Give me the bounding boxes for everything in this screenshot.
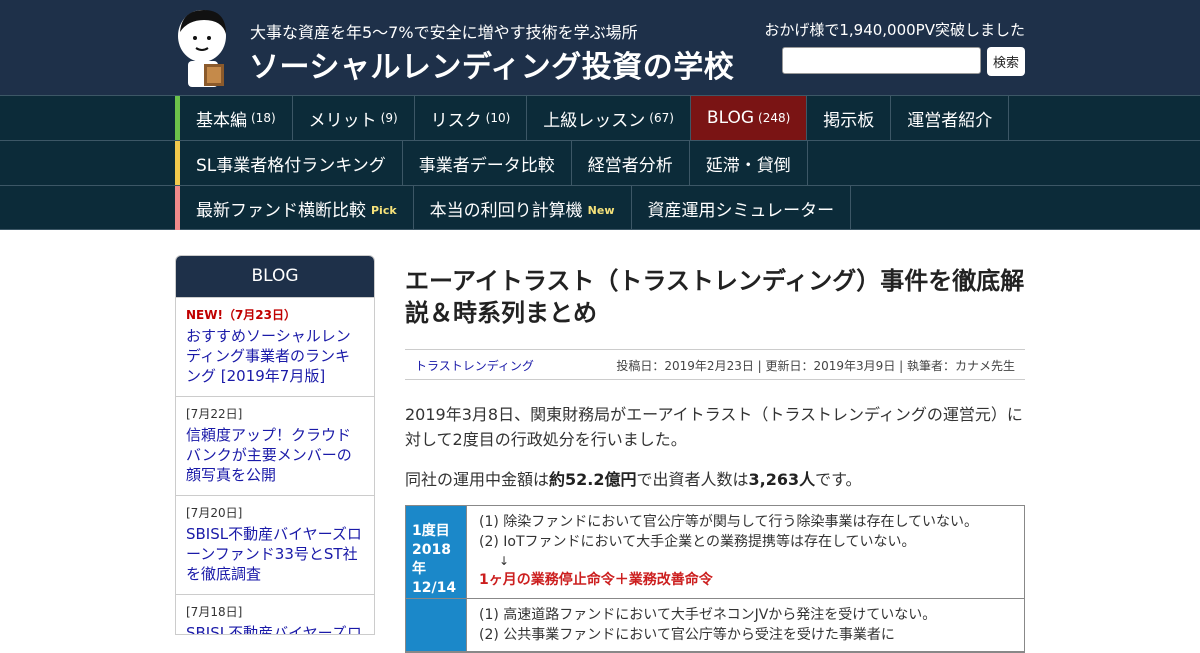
nav-item-about[interactable]: 運営者紹介 [891, 96, 1010, 140]
nav-item-blog[interactable]: BLOG (248) [690, 96, 808, 140]
site-header: 大事な資産を年5～7%で安全に増やす技術を学ぶ場所 ソーシャルレンディング投資の… [0, 0, 1200, 95]
nav-count: (10) [485, 111, 511, 125]
nav-count: (67) [649, 111, 674, 125]
timeline-table: 1度目 2018年 12/14 (1) 除染ファンドにおいて官公庁等が関与して行う除… [405, 505, 1025, 653]
nav-item-executive-analysis[interactable]: 経営者分析 [572, 141, 690, 185]
timeline-row: 1度目 2018年 12/14 (1) 除染ファンドにおいて官公庁等が関与して行う除… [406, 506, 1024, 599]
timeline-row: (1) 高速道路ファンドにおいて大手ゼネコンJVから発注を受けていない。 (2)… [406, 599, 1024, 652]
sidebar-post: [7月20日] SBISL不動産バイヤーズローンファンド33号とST社を徹底調査 [176, 495, 374, 594]
nav-row-1: 基本編 (18) メリット (9) リスク (10) 上級レッスン (67) BLOG(… [0, 95, 1200, 140]
nav-item-merits[interactable]: メリット (9) [293, 96, 415, 140]
nav-item-defaults[interactable]: 延滞・貸倒 [690, 141, 808, 185]
post-link[interactable]: SBISL不動産バイヤーズローンファンド33号とST社を徹底調査 [186, 524, 364, 584]
search-button[interactable]: 検索 [987, 47, 1025, 76]
nav-item-simulator[interactable]: 資産運用シミュレーター [632, 186, 852, 230]
sidebar-title: BLOG [176, 256, 374, 297]
nav-item-advanced[interactable]: 上級レッスン (67) [527, 96, 691, 140]
nav-count: (248) [758, 111, 791, 125]
post-link[interactable]: 信頼度アップ！クラウドバンクが主要メンバーの顔写真を公開 [186, 425, 364, 485]
site-tagline: 大事な資産を年5～7%で安全に増やす技術を学ぶ場所 [250, 23, 638, 42]
nav-item-data-compare[interactable]: 事業者データ比較 [403, 141, 572, 185]
timeline-date: 1度目 2018年 12/14 [406, 506, 466, 598]
article: エーアイトラスト（トラストレンディング）事件を徹底解説＆時系列まとめ トラストレ… [405, 265, 1025, 653]
timeline-detail: (1) 除染ファンドにおいて官公庁等が関与して行う除染事業は存在していない。 (… [466, 506, 1024, 598]
post-info: 投稿日：2019年2月23日 | 更新日：2019年3月9日 | 執筆者：カナメ… [616, 359, 1015, 373]
nav-item-ranking[interactable]: SL事業者格付ランキング [180, 141, 403, 185]
site-title[interactable]: ソーシャルレンディング投資の学校 [249, 42, 734, 86]
sidebar-post: [7月22日] 信頼度アップ！クラウドバンクが主要メンバーの顔写真を公開 [176, 396, 374, 495]
post-link[interactable]: SBISL不動産バイヤーズローンファンド [186, 623, 364, 634]
sidebar-post: [7月18日] SBISL不動産バイヤーズローンファンド [176, 594, 374, 634]
down-arrow-icon: ↓ [499, 554, 510, 568]
pick-badge: Pick [371, 203, 397, 217]
timeline-detail: (1) 高速道路ファンドにおいて大手ゼネコンJVから発注を受けていない。 (2)… [466, 599, 1024, 651]
post-date: [7月18日] [186, 605, 243, 619]
nav-count: (9) [380, 111, 398, 125]
nav-item-forum[interactable]: 掲示板 [807, 96, 892, 140]
nav-item-basics[interactable]: 基本編 (18) [180, 96, 293, 140]
investor-count: 3,263人 [748, 470, 816, 489]
nav-row-2: SL事業者格付ランキング 事業者データ比較 経営者分析 延滞・貸倒 [0, 140, 1200, 185]
article-title: エーアイトラスト（トラストレンディング）事件を徹底解説＆時系列まとめ [405, 267, 1025, 327]
post-date: [7月20日] [186, 506, 243, 520]
teacher-mascot-icon[interactable] [174, 6, 234, 88]
summary-paragraph: 同社の運用中金額は約52.2億円で出資者人数は3,263人です。 [405, 470, 862, 489]
blog-sidebar: BLOG NEW!（7月23日） おすすめソーシャルレンディング事業者のランキン… [175, 255, 375, 635]
nav-row-3: 最新ファンド横断比較 Pick 本当の利回り計算機 New 資産運用シミュレーター [0, 185, 1200, 230]
post-date: [7月22日] [186, 407, 243, 421]
new-badge: New [587, 203, 615, 217]
nav-item-yield-calculator[interactable]: 本当の利回り計算機 New [414, 186, 632, 230]
pageview-note: おかげ様で1,940,000PV突破しました [764, 21, 1025, 39]
category-link[interactable]: トラストレンディング [415, 357, 534, 374]
sidebar-post: NEW!（7月23日） おすすめソーシャルレンディング事業者のランキング [20… [176, 297, 374, 396]
nav-item-risks[interactable]: リスク (10) [415, 96, 528, 140]
nav-item-fund-compare[interactable]: 最新ファンド横断比較 Pick [180, 186, 414, 230]
timeline-date [406, 599, 466, 651]
post-link[interactable]: おすすめソーシャルレンディング事業者のランキング [2019年7月版] [186, 326, 364, 386]
nav-count: (18) [251, 111, 276, 125]
amount-value: 約52.2億円 [549, 470, 637, 489]
search-input[interactable] [782, 47, 981, 74]
article-meta: トラストレンディング 投稿日：2019年2月23日 | 更新日：2019年3月9… [405, 349, 1025, 380]
main-navigation: 基本編 (18) メリット (9) リスク (10) 上級レッスン (67) BLOG(… [0, 95, 1200, 230]
post-date-new: NEW!（7月23日） [186, 308, 296, 322]
sanction-result: 1ヶ月の業務停止命令＋業務改善命令 [479, 572, 713, 588]
intro-paragraph: 2019年3月8日、関東財務局がエーアイトラスト（トラストレンディングの運営元）… [405, 405, 1023, 449]
